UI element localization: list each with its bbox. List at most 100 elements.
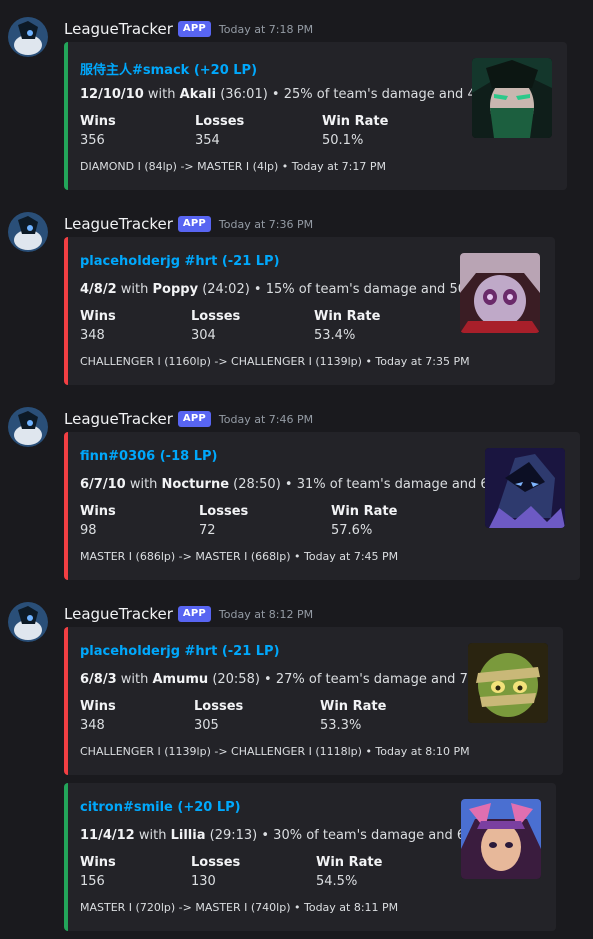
match-embed: 服侍主人#smack (+20 LP) 12/10/10 with Akali … [64, 42, 567, 190]
embed-description: 11/4/12 with Lillia (29:13) • 30% of tea… [80, 828, 502, 843]
embed-description: 12/10/10 with Akali (36:01) • 25% of tea… [80, 87, 513, 102]
winrate-value: 53.4% [314, 328, 356, 343]
winrate-label: Win Rate [320, 699, 387, 714]
with-label: with [116, 282, 153, 297]
app-badge: APP [177, 216, 211, 232]
champion-thumbnail[interactable] [472, 58, 552, 138]
wins-field: Wins 348 [80, 309, 116, 343]
message-header: LeagueTracker APP Today at 8:12 PM [64, 604, 313, 624]
kda-value: 6/8/3 [80, 672, 117, 687]
winrate-value: 50.1% [322, 133, 364, 148]
message-timestamp[interactable]: Today at 7:46 PM [219, 413, 313, 426]
lillia-champion-icon [461, 799, 541, 879]
app-badge: APP [177, 21, 211, 37]
winrate-label: Win Rate [331, 504, 398, 519]
nocturne-champion-icon [485, 448, 565, 528]
embed-title: placeholderjg #hrt (-21 LP) [80, 644, 280, 659]
bot-username[interactable]: LeagueTracker [64, 215, 173, 233]
match-embed: citron#smile (+20 LP) 11/4/12 with Lilli… [64, 783, 556, 931]
kda-value: 6/7/10 [80, 477, 126, 492]
poppy-champion-icon [460, 253, 540, 333]
champion-name: Nocturne [161, 477, 230, 492]
embed-title: citron#smile (+20 LP) [80, 800, 241, 815]
losses-value: 304 [191, 328, 216, 343]
game-duration: (28:50) [233, 477, 281, 492]
amumu-champion-icon [468, 643, 548, 723]
wins-label: Wins [80, 309, 116, 324]
kda-value: 11/4/12 [80, 828, 135, 843]
app-badge: APP [177, 411, 211, 427]
losses-label: Losses [191, 855, 241, 870]
champion-thumbnail[interactable] [468, 643, 548, 723]
winrate-field: Win Rate 50.1% [322, 114, 388, 148]
embed-title: 服侍主人#smack (+20 LP) [80, 63, 258, 78]
losses-field: Losses 354 [195, 114, 244, 148]
bot-avatar[interactable] [8, 17, 48, 57]
embed-description: 6/8/3 with Amumu (20:58) • 27% of team's… [80, 672, 505, 687]
embed-description: 6/7/10 with Nocturne (28:50) • 31% of te… [80, 477, 526, 492]
losses-field: Losses 304 [191, 309, 240, 343]
message-timestamp[interactable]: Today at 7:36 PM [219, 218, 313, 231]
bot-username[interactable]: LeagueTracker [64, 20, 173, 38]
wins-label: Wins [80, 114, 116, 129]
losses-value: 354 [195, 133, 220, 148]
winrate-label: Win Rate [314, 309, 381, 324]
with-label: with [143, 87, 180, 102]
wins-field: Wins 98 [80, 504, 116, 538]
winrate-label: Win Rate [322, 114, 389, 129]
wins-value: 98 [80, 523, 97, 538]
losses-label: Losses [194, 699, 244, 714]
bot-avatar[interactable] [8, 602, 48, 642]
kda-value: 4/8/2 [80, 282, 117, 297]
embed-title: finn#0306 (-18 LP) [80, 449, 218, 464]
with-label: with [134, 828, 171, 843]
winrate-value: 57.6% [331, 523, 373, 538]
game-duration: (36:01) [220, 87, 268, 102]
embed-footer: MASTER I (720lp) -> MASTER I (740lp) • T… [80, 901, 399, 914]
losses-label: Losses [199, 504, 249, 519]
app-badge: APP [177, 606, 211, 622]
message-timestamp[interactable]: Today at 7:18 PM [219, 23, 313, 36]
champion-thumbnail[interactable] [460, 253, 540, 333]
losses-field: Losses 72 [199, 504, 248, 538]
bot-avatar-icon [8, 212, 48, 252]
embed-footer: MASTER I (686lp) -> MASTER I (668lp) • T… [80, 550, 399, 563]
damage-stats: • 15% of team's damage and 50%KP [249, 282, 495, 297]
wins-label: Wins [80, 699, 116, 714]
winrate-field: Win Rate 54.5% [316, 855, 382, 889]
embed-title: placeholderjg #hrt (-21 LP) [80, 254, 280, 269]
losses-label: Losses [195, 114, 245, 129]
message-header: LeagueTracker APP Today at 7:36 PM [64, 214, 313, 234]
match-embed: placeholderjg #hrt (-21 LP) 4/8/2 with P… [64, 237, 555, 385]
losses-value: 130 [191, 874, 216, 889]
winrate-value: 54.5% [316, 874, 358, 889]
winrate-field: Win Rate 53.4% [314, 309, 380, 343]
embed-footer: CHALLENGER I (1160lp) -> CHALLENGER I (1… [80, 355, 470, 368]
champion-name: Lillia [170, 828, 206, 843]
losses-label: Losses [191, 309, 241, 324]
wins-field: Wins 348 [80, 699, 116, 733]
message-header: LeagueTracker APP Today at 7:18 PM [64, 19, 313, 39]
message-header: LeagueTracker APP Today at 7:46 PM [64, 409, 313, 429]
champion-thumbnail[interactable] [485, 448, 565, 528]
bot-avatar[interactable] [8, 407, 48, 447]
with-label: with [125, 477, 162, 492]
bot-username[interactable]: LeagueTracker [64, 605, 173, 623]
message-timestamp[interactable]: Today at 8:12 PM [219, 608, 313, 621]
wins-value: 356 [80, 133, 105, 148]
embed-footer: CHALLENGER I (1139lp) -> CHALLENGER I (1… [80, 745, 470, 758]
winrate-field: Win Rate 57.6% [331, 504, 397, 538]
bot-avatar-icon [8, 407, 48, 447]
champion-thumbnail[interactable] [461, 799, 541, 879]
losses-value: 72 [199, 523, 216, 538]
wins-value: 348 [80, 718, 105, 733]
wins-label: Wins [80, 504, 116, 519]
match-embed: finn#0306 (-18 LP) 6/7/10 with Nocturne … [64, 432, 580, 580]
losses-field: Losses 305 [194, 699, 243, 733]
embed-footer: DIAMOND I (84lp) -> MASTER I (4lp) • Tod… [80, 160, 386, 173]
bot-avatar[interactable] [8, 212, 48, 252]
bot-username[interactable]: LeagueTracker [64, 410, 173, 428]
bot-avatar-icon [8, 602, 48, 642]
champion-name: Akali [179, 87, 217, 102]
game-duration: (24:02) [202, 282, 250, 297]
